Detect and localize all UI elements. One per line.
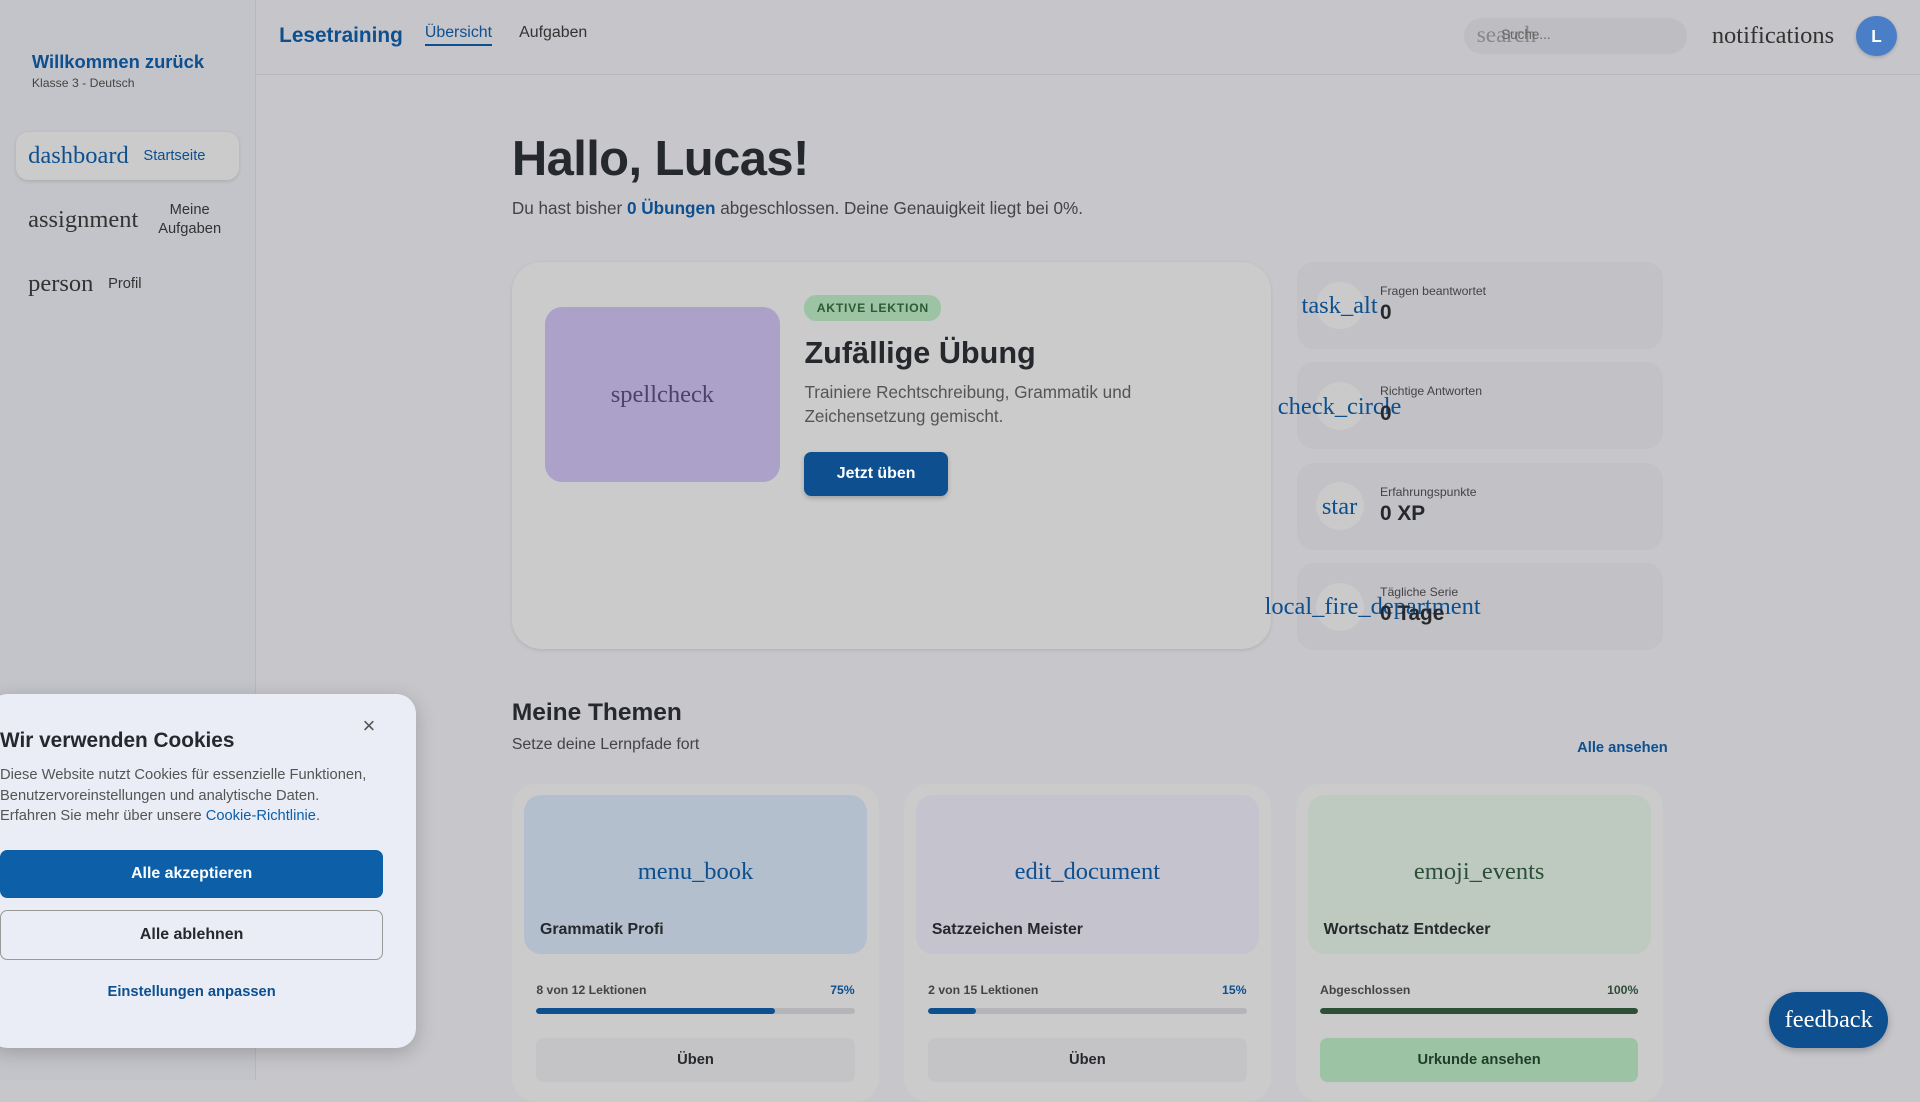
exercise-count: 0 Übungen [627, 198, 716, 219]
topic-name: Satzzeichen Meister [931, 920, 1083, 938]
sidebar-item-label: Startseite [143, 148, 206, 165]
progress-bar [1319, 1007, 1639, 1014]
stat-label: Richtige Antworten [1379, 384, 1482, 399]
stat-value: 0 [1379, 401, 1392, 425]
stat-value: 0 [1379, 301, 1392, 325]
search-input[interactable] [1501, 26, 1673, 42]
cookie-policy-link[interactable]: Cookie-Richtlinie [206, 808, 316, 824]
lesson-title: Zufällige Übung [804, 335, 1036, 370]
task-alt-icon: task_alt [1301, 292, 1378, 320]
cookie-dialog: × Wir verwenden Cookies Diese Website nu… [0, 694, 417, 1049]
progress-bar [536, 1007, 855, 1014]
dashboard-icon: dashboard [28, 142, 129, 170]
avatar[interactable]: L [1856, 15, 1897, 57]
spellcheck-icon: spellcheck [544, 307, 780, 483]
practice-button[interactable]: Üben [536, 1038, 855, 1083]
progress-percent: 75% [830, 983, 855, 998]
sidebar-item-startseite[interactable]: dashboard Startseite [15, 132, 239, 180]
cookie-title: Wir verwenden Cookies [0, 728, 235, 752]
progress-bar [928, 1007, 1247, 1014]
person-icon: person [28, 270, 94, 298]
stat-card-correct: check_circle Richtige Antworten 0 [1278, 362, 1663, 450]
topic-banner: edit_document Satzzeichen Meister [915, 794, 1259, 954]
intro-pre: Du hast bisher [511, 198, 628, 219]
stat-label: Fragen beantwortet [1379, 284, 1487, 299]
certificate-button[interactable]: Urkunde ansehen [1319, 1038, 1639, 1083]
sidebar-item-profil[interactable]: person Profil [16, 262, 239, 306]
stat-value: 0 Tage [1379, 602, 1445, 626]
stat-card-streak: local_fire_department Tägliche Serie 0 T… [1265, 563, 1663, 651]
customize-settings-link[interactable]: Einstellungen anpassen [0, 984, 383, 1000]
tab-uebersicht[interactable]: Übersicht [424, 24, 493, 46]
stat-label: Tägliche Serie [1379, 585, 1459, 600]
topics-subtitle: Setze deine Lernpfade fort [511, 735, 700, 753]
edit-document-icon: edit_document [1014, 858, 1161, 886]
star-icon: star [1321, 492, 1358, 520]
stat-label: Erfahrungspunkte [1379, 484, 1477, 499]
active-lesson-card: spellcheck AKTIVE LEKTION Zufällige Übun… [511, 262, 1271, 649]
assignment-icon: assignment [28, 206, 139, 234]
topic-card: edit_document Satzzeichen Meister 2 von … [903, 783, 1272, 1102]
practice-now-button[interactable]: Jetzt üben [804, 451, 948, 496]
sidebar-subtitle: Klasse 3 - Deutsch [31, 75, 135, 90]
active-lesson-badge: AKTIVE LEKTION [804, 295, 942, 322]
topic-card: menu_book Grammatik Profi 8 von 12 Lekti… [511, 783, 880, 1102]
topic-name: Wortschatz Entdecker [1323, 920, 1491, 938]
tab-aufgaben[interactable]: Aufgaben [519, 24, 587, 42]
accept-all-button[interactable]: Alle akzeptieren [0, 849, 384, 898]
notifications-icon[interactable]: notifications [1712, 22, 1834, 50]
search-box: search [1464, 18, 1688, 54]
page-title: Hallo, Lucas! [511, 132, 809, 187]
progress-label: 2 von 15 Lektionen [928, 983, 1039, 998]
see-all-link[interactable]: Alle ansehen [1577, 740, 1668, 756]
sidebar-item-label: Profil [108, 276, 142, 293]
progress-label: 8 von 12 Lektionen [536, 983, 647, 998]
sidebar-welcome: Willkommen zurück [31, 51, 205, 73]
close-icon[interactable]: × [362, 713, 375, 739]
feedback-button[interactable]: feedback [1769, 991, 1889, 1049]
stat-card-xp: star Erfahrungspunkte 0 XP [1296, 462, 1663, 550]
progress-fill [928, 1007, 976, 1014]
progress-label: Abgeschlossen [1319, 983, 1411, 998]
cookie-text-end: . [315, 807, 321, 824]
lesson-description: Trainiere Rechtschreibung, Grammatik und… [804, 381, 1132, 427]
practice-button[interactable]: Üben [928, 1038, 1247, 1083]
top-header: Lesetraining Übersicht Aufgaben search n… [255, 0, 1920, 75]
topic-card: emoji_events Wortschatz Entdecker Abgesc… [1295, 783, 1663, 1102]
sidebar-item-meine-aufgaben[interactable]: assignment Meine Aufgaben [16, 196, 239, 245]
menu-book-icon: menu_book [637, 858, 754, 886]
topics-title: Meine Themen [511, 699, 682, 727]
progress-percent: 15% [1222, 983, 1247, 998]
reject-all-button[interactable]: Alle ablehnen [0, 909, 384, 960]
topic-banner: emoji_events Wortschatz Entdecker [1307, 794, 1651, 954]
progress-percent: 100% [1607, 983, 1639, 998]
cookie-text: Diese Website nutzt Cookies für essenzie… [0, 765, 380, 826]
intro-post: abgeschlossen. Deine Genauigkeit liegt b… [715, 198, 1083, 219]
brand-title[interactable]: Lesetraining [279, 24, 403, 48]
stat-value: 0 XP [1379, 502, 1426, 526]
progress-fill [536, 1007, 776, 1014]
intro-text: Du hast bisher 0 Übungen abgeschlossen. … [512, 198, 1083, 219]
progress-fill [1319, 1007, 1639, 1014]
sidebar-item-label: Meine Aufgaben [158, 201, 222, 238]
topic-banner: menu_book Grammatik Profi [524, 794, 867, 954]
emoji-events-icon: emoji_events [1413, 858, 1545, 886]
stat-card-questions: task_alt Fragen beantwortet 0 [1296, 262, 1663, 349]
topic-name: Grammatik Profi [539, 920, 664, 938]
